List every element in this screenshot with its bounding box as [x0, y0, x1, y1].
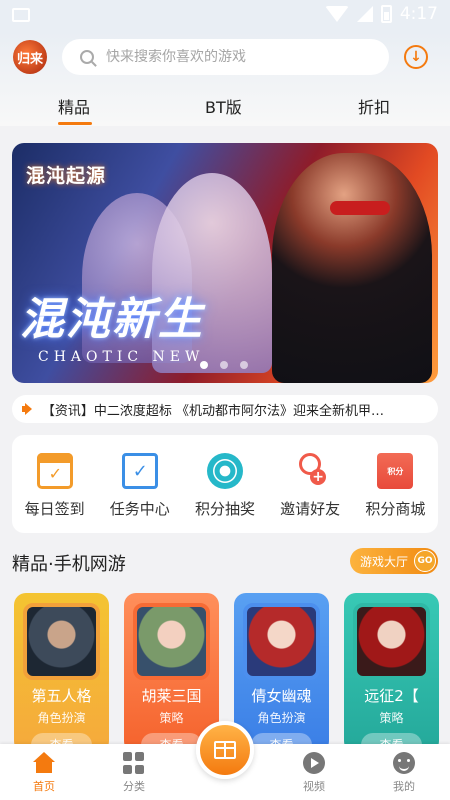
nav-home[interactable]: 首页: [9, 752, 79, 794]
wifi-icon: [324, 6, 349, 22]
points-shop-icon: 积分: [377, 453, 414, 489]
profile-face-icon: [393, 752, 415, 774]
pagination-dot[interactable]: [240, 361, 248, 369]
news-text: 【资讯】中二浓度超标 《机动都市阿尔法》迎来全新机甲…: [41, 403, 385, 419]
invite-user-icon: [292, 453, 328, 489]
lottery-wheel-icon: [206, 453, 243, 489]
invite-friends-button[interactable]: 邀请好友: [268, 435, 353, 533]
section-title: 精品·手机网游: [12, 554, 126, 575]
nav-category[interactable]: 分类: [99, 752, 169, 794]
game-thumbnail: [23, 603, 100, 680]
game-hall-label: 游戏大厅: [360, 554, 409, 569]
go-badge: GO: [414, 550, 437, 572]
quick-action-label: 积分抽奖: [194, 500, 255, 518]
quick-action-label: 每日签到: [24, 500, 85, 518]
search-input[interactable]: [106, 49, 366, 65]
task-doc-icon: [121, 453, 158, 489]
game-card[interactable]: 远征2【 策略 查看: [344, 593, 439, 753]
signal-icon: [356, 6, 373, 22]
calendar-check-icon: [36, 453, 73, 489]
nav-label: 视频: [303, 780, 325, 793]
points-badge: 积分: [387, 466, 404, 476]
quick-action-label: 任务中心: [109, 500, 170, 518]
clock: 4:17: [399, 4, 438, 24]
points-shop-button[interactable]: 积分 积分商城: [353, 435, 438, 533]
banner-character-right: [272, 153, 432, 383]
speaker-icon: [22, 403, 32, 415]
download-icon[interactable]: ↓: [404, 45, 428, 69]
banner-subtitle: CHAOTIC NEW: [38, 349, 205, 365]
game-name: 倩女幽魂: [251, 687, 312, 705]
game-name: 远征2【: [364, 687, 419, 705]
game-hall-button[interactable]: 游戏大厅 GO: [350, 548, 438, 574]
quick-action-label: 积分商城: [365, 500, 426, 518]
nav-video[interactable]: 视频: [279, 752, 349, 794]
quick-action-label: 邀请好友: [280, 500, 341, 518]
search-bar[interactable]: [62, 39, 389, 75]
tab-featured[interactable]: 精品: [58, 94, 90, 118]
category-tabs: 精品 BT版 折扣: [0, 92, 450, 126]
game-genre: 策略: [379, 711, 404, 725]
logo-text: 归来: [16, 51, 43, 67]
play-icon: [303, 752, 325, 774]
status-bar: 4:17: [0, 0, 450, 32]
active-tab-indicator: [58, 122, 92, 125]
pagination-dot[interactable]: [200, 361, 208, 369]
game-thumbnail: [133, 603, 210, 680]
game-name: 第五人格: [31, 687, 92, 705]
daily-checkin-button[interactable]: 每日签到: [12, 435, 97, 533]
game-name: 胡莱三国: [141, 687, 202, 705]
app-logo[interactable]: 归来: [13, 40, 47, 74]
search-icon: [80, 50, 94, 64]
banner-game-logo: 混沌起源: [26, 165, 107, 187]
game-genre: 角色扮演: [37, 711, 86, 725]
game-card[interactable]: 第五人格 角色扮演 查看: [14, 593, 109, 753]
battery-icon: [380, 5, 392, 23]
nav-label: 我的: [393, 780, 415, 793]
gift-button[interactable]: [196, 721, 254, 779]
game-genre: 角色扮演: [257, 711, 306, 725]
task-center-button[interactable]: 任务中心: [97, 435, 182, 533]
pagination-dot[interactable]: [220, 361, 228, 369]
game-thumbnail: [243, 603, 320, 680]
banner-character-mask: [330, 201, 390, 215]
nav-mine[interactable]: 我的: [369, 752, 439, 794]
nav-label: 分类: [123, 780, 145, 793]
quick-actions: 每日签到 任务中心 积分抽奖 邀请好友 积分 积分商城: [12, 435, 438, 533]
screenshot-notification-icon: [12, 8, 30, 22]
banner-title: 混沌新生: [20, 294, 204, 345]
banner-pagination: [200, 361, 248, 369]
tab-discount[interactable]: 折扣: [358, 94, 390, 118]
tab-bt[interactable]: BT版: [205, 94, 242, 118]
game-thumbnail: [353, 603, 430, 680]
game-card[interactable]: 倩女幽魂 角色扮演 查看: [234, 593, 329, 753]
header: 归来 ↓ 精品 BT版 折扣: [0, 32, 450, 126]
game-genre: 策略: [159, 711, 184, 725]
status-icons: 4:17: [324, 4, 438, 24]
news-ticker[interactable]: 【资讯】中二浓度超标 《机动都市阿尔法》迎来全新机甲…: [12, 395, 438, 423]
points-lottery-button[interactable]: 积分抽奖: [182, 435, 267, 533]
gift-icon: [214, 741, 236, 759]
grid-icon: [123, 752, 145, 774]
promo-banner[interactable]: 混沌起源 混沌新生 CHAOTIC NEW: [12, 143, 438, 383]
nav-label: 首页: [33, 780, 55, 793]
home-icon: [33, 752, 55, 774]
